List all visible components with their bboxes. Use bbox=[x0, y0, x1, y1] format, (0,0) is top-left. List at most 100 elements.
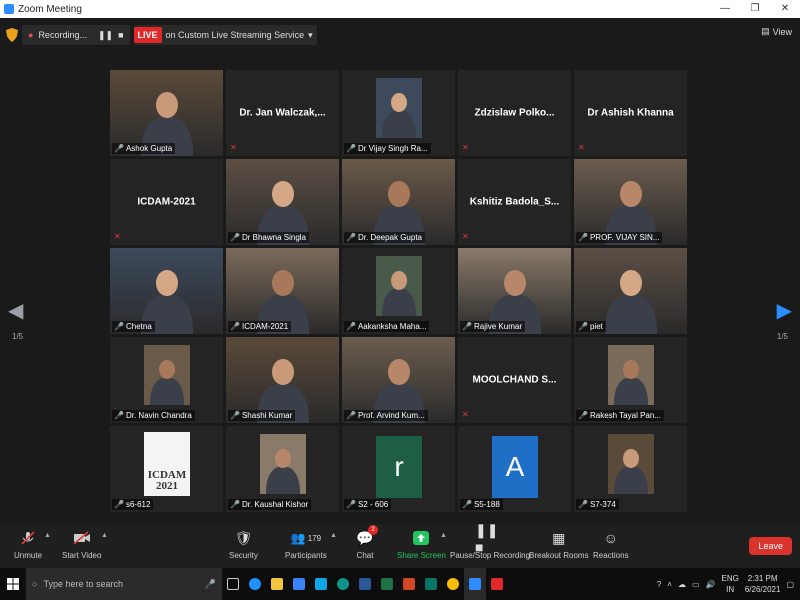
muted-icon: 🎤 bbox=[230, 232, 240, 242]
security-button[interactable]: 🛡 Security bbox=[229, 529, 258, 561]
person-head bbox=[159, 360, 175, 380]
participant-tile[interactable]: ICDAM-2021 ✕ bbox=[110, 159, 223, 245]
maximize-button[interactable]: ❐ bbox=[740, 0, 770, 18]
participant-name-display: MOOLCHAND S... bbox=[472, 374, 557, 386]
participant-tile[interactable]: Kshitiz Badola_S... ✕ bbox=[458, 159, 571, 245]
pause-stop-recording-button[interactable]: ❚❚ ■ Pause/Stop Recording bbox=[450, 522, 530, 561]
chat-button[interactable]: 💬 2 Chat bbox=[356, 525, 378, 560]
participant-tile[interactable]: 🎤 Dr. Kaushal Kishor bbox=[226, 426, 339, 512]
participant-tile[interactable]: 🎤 PROF. VIJAY SIN... bbox=[574, 159, 687, 245]
participant-tile[interactable]: 🎤 piet bbox=[574, 248, 687, 334]
store-icon[interactable] bbox=[288, 568, 310, 600]
chrome-icon[interactable] bbox=[442, 568, 464, 600]
participant-tile[interactable]: 🎤 Aakanksha Maha... bbox=[342, 248, 455, 334]
clock[interactable]: 2:31 PM 6/26/2021 bbox=[745, 573, 781, 595]
language-indicator[interactable]: ENG IN bbox=[722, 573, 739, 595]
share-chevron-icon[interactable]: ▲ bbox=[440, 532, 447, 539]
zoom-icon[interactable] bbox=[464, 568, 486, 600]
next-page-arrow-icon[interactable]: ▶ bbox=[777, 298, 792, 323]
leave-button[interactable]: Leave bbox=[749, 537, 792, 555]
participants-chevron-icon[interactable]: ▲ bbox=[330, 532, 337, 539]
participant-name: S7-374 bbox=[589, 500, 616, 509]
livestream-indicator[interactable]: LIVE on Custom Live Streaming Service ▾ bbox=[133, 25, 317, 45]
participant-tile[interactable]: 🎤 Dr. Navin Chandra bbox=[110, 337, 223, 423]
participant-tile[interactable]: 🎤 Dr Vijay Singh Ra... bbox=[342, 70, 455, 156]
participant-tile[interactable]: 🎤 Rakesh Tayal Pan... bbox=[574, 337, 687, 423]
edge-browser-icon[interactable] bbox=[332, 568, 354, 600]
tray-chevron-icon[interactable]: ˄ bbox=[667, 580, 672, 589]
help-icon[interactable]: ? bbox=[657, 580, 661, 589]
live-badge: LIVE bbox=[133, 27, 162, 43]
participant-photo bbox=[608, 434, 654, 494]
security-shield-icon: 🛡 bbox=[234, 529, 253, 546]
chevron-down-icon[interactable]: ▾ bbox=[308, 30, 313, 41]
muted-icon: 🎤 bbox=[114, 410, 124, 420]
edge-icon[interactable] bbox=[244, 568, 266, 600]
participant-tile[interactable]: 🎤 Dr Bhawna Singla bbox=[226, 159, 339, 245]
video-options-chevron-icon[interactable]: ▲ bbox=[101, 532, 108, 539]
mail-icon[interactable] bbox=[310, 568, 332, 600]
minimize-button[interactable]: — bbox=[710, 0, 740, 18]
share-screen-icon bbox=[412, 529, 430, 547]
microphone-icon[interactable]: 🎤 bbox=[205, 579, 216, 590]
participant-tile[interactable]: r 🎤 S2 - 606 bbox=[342, 426, 455, 512]
powerpoint-icon[interactable] bbox=[398, 568, 420, 600]
pause-recording-icon[interactable]: ❚❚ bbox=[98, 30, 113, 41]
taskbar-search[interactable]: ○ Type here to search 🎤 bbox=[26, 568, 222, 600]
publisher-icon[interactable] bbox=[420, 568, 442, 600]
participant-tile[interactable]: Dr Ashish Khanna ✕ bbox=[574, 70, 687, 156]
participant-tile[interactable]: 🎤 Rajive Kumar bbox=[458, 248, 571, 334]
word-icon[interactable] bbox=[354, 568, 376, 600]
participant-tile[interactable]: ICDAM 2021 🎤 s6-612 bbox=[110, 426, 223, 512]
audio-options-chevron-icon[interactable]: ▲ bbox=[44, 532, 51, 539]
participant-name-label: 🎤 Aakanksha Maha... bbox=[344, 321, 430, 332]
notifications-icon[interactable]: ▢ bbox=[786, 580, 794, 589]
participant-name: Chetna bbox=[125, 322, 152, 331]
unmute-button[interactable]: Unmute bbox=[14, 529, 42, 560]
windows-start-icon[interactable] bbox=[0, 568, 26, 600]
muted-icon: 🎤 bbox=[346, 499, 356, 509]
participant-tile[interactable]: 🎤 Ashok Gupta bbox=[110, 70, 223, 156]
participant-tile[interactable]: Dr. Jan Walczak,... ✕ bbox=[226, 70, 339, 156]
recording-indicator: ● Recording... ❚❚ ■ bbox=[22, 25, 130, 45]
participant-name-label: 🎤 Chetna bbox=[112, 321, 155, 332]
stop-recording-icon[interactable]: ■ bbox=[118, 30, 123, 40]
view-button[interactable]: ▤ View bbox=[761, 26, 792, 37]
participant-name: ICDAM-2021 bbox=[241, 322, 289, 331]
shield-icon[interactable] bbox=[6, 28, 18, 42]
participant-tile[interactable]: MOOLCHAND S... ✕ bbox=[458, 337, 571, 423]
reactions-button[interactable]: ☺ Reactions bbox=[593, 529, 629, 560]
window-titlebar: Zoom Meeting — ❐ ✕ bbox=[0, 0, 800, 18]
acrobat-icon[interactable] bbox=[486, 568, 508, 600]
participant-tile[interactable]: 🎤 Shashi Kumar bbox=[226, 337, 339, 423]
participant-tile[interactable]: 🎤 S7-374 bbox=[574, 426, 687, 512]
participant-tile[interactable]: 🎤 Prof. Arvind Kum... bbox=[342, 337, 455, 423]
close-button[interactable]: ✕ bbox=[770, 0, 800, 18]
participant-tile[interactable]: 🎤 ICDAM-2021 bbox=[226, 248, 339, 334]
network-icon[interactable]: ▭ bbox=[692, 580, 700, 589]
avatar-letter: A bbox=[505, 451, 525, 482]
file-explorer-icon[interactable] bbox=[266, 568, 288, 600]
participant-name: Rajive Kumar bbox=[473, 322, 522, 331]
participant-tile[interactable]: Zdzislaw Polko... ✕ bbox=[458, 70, 571, 156]
participants-button[interactable]: 👥 179 Participants bbox=[285, 529, 327, 560]
participant-tile[interactable]: 🎤 Dr. Deepak Gupta bbox=[342, 159, 455, 245]
person-head bbox=[271, 358, 294, 385]
cloud-icon[interactable]: ☁ bbox=[678, 580, 686, 589]
video-off-icon bbox=[73, 529, 91, 547]
participant-name-label: 🎤 Dr. Kaushal Kishor bbox=[228, 499, 312, 510]
volume-icon[interactable]: 🔊 bbox=[706, 580, 716, 589]
participant-name-label: 🎤 Prof. Arvind Kum... bbox=[344, 410, 428, 421]
participant-tile[interactable]: 🎤 Chetna bbox=[110, 248, 223, 334]
start-video-button[interactable]: Start Video bbox=[62, 529, 101, 560]
task-view-icon[interactable] bbox=[222, 568, 244, 600]
previous-page-arrow-icon[interactable]: ◀ bbox=[8, 298, 23, 323]
excel-icon[interactable] bbox=[376, 568, 398, 600]
participant-tile[interactable]: A 🎤 S5-188 bbox=[458, 426, 571, 512]
participant-name: S2 - 606 bbox=[357, 500, 389, 509]
livestream-label: on Custom Live Streaming Service bbox=[165, 30, 305, 40]
muted-icon: 🎤 bbox=[346, 410, 356, 420]
breakout-rooms-button[interactable]: ▦ Breakout Rooms bbox=[529, 529, 589, 561]
security-label: Security bbox=[229, 551, 258, 560]
share-screen-button[interactable]: Share Screen bbox=[397, 529, 446, 560]
